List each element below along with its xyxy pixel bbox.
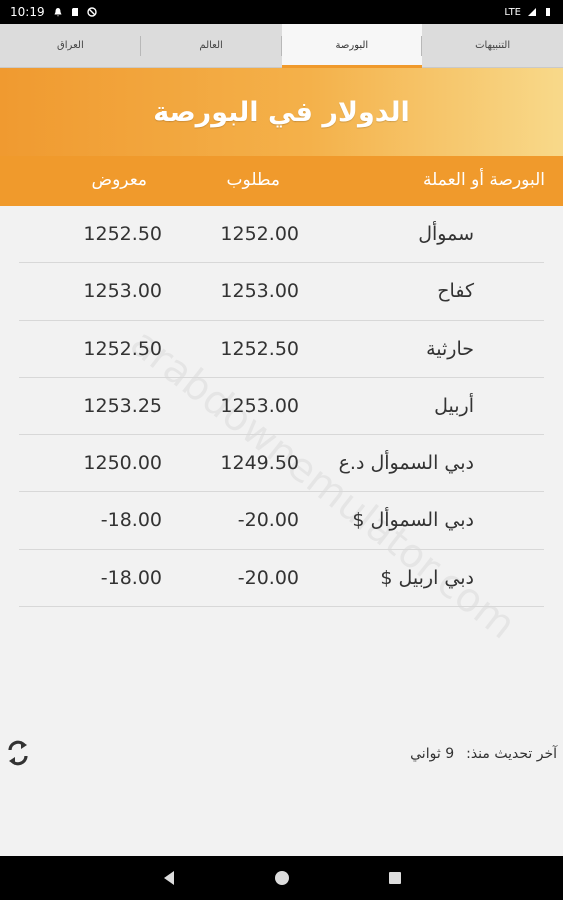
update-footer: آخر تحديث منذ: 9 ثواني — [0, 736, 563, 776]
row-bid: 1253.00 — [220, 280, 299, 303]
tab-world[interactable]: العالم — [141, 24, 282, 67]
table-header: البورصة أو العملة مطلوب معروض — [0, 156, 563, 206]
table-row: دبي اربيل $ -20.00 -18.00 — [19, 550, 544, 608]
table-row: سموأل 1252.00 1252.50 — [19, 206, 544, 264]
row-bid: 1253.00 — [220, 394, 299, 417]
tab-label: العالم — [199, 40, 223, 51]
system-nav-bar — [0, 856, 563, 900]
home-icon — [274, 871, 289, 885]
last-update-label: آخر تحديث منذ: — [466, 746, 557, 762]
tab-label: التنبيهات — [475, 40, 511, 51]
row-ask: -18.00 — [100, 509, 162, 532]
status-bar: 10:19 LTE — [0, 0, 563, 24]
table-row: كفاح 1253.00 1253.00 — [19, 263, 544, 321]
row-ask: 1253.00 — [83, 280, 162, 303]
row-bid: 1252.50 — [220, 337, 299, 360]
table-row: دبي السموأل د.ع 1249.50 1250.00 — [19, 435, 544, 493]
back-icon — [163, 871, 174, 885]
last-update-value: 9 ثواني — [410, 746, 455, 762]
table-row: حارثية 1252.50 1252.50 — [19, 321, 544, 378]
row-bid: -20.00 — [237, 566, 299, 589]
row-name: دبي اربيل $ — [380, 566, 474, 589]
row-ask: 1253.25 — [83, 394, 162, 417]
row-name: دبي السموأل د.ع — [338, 452, 474, 475]
tab-iraq[interactable]: العراق — [0, 24, 141, 67]
sd-card-icon — [71, 8, 78, 16]
row-name: حارثية — [426, 337, 474, 360]
notification-bell-icon — [54, 8, 62, 17]
page-banner: الدولار في البورصة — [0, 68, 563, 156]
tab-bar: التنبيهات البورصة العالم العراق — [0, 24, 563, 68]
row-ask: 1252.50 — [83, 223, 162, 245]
table-row: أربيل 1253.00 1253.25 — [19, 378, 544, 436]
row-name: أربيل — [434, 394, 474, 417]
tab-label: العراق — [57, 40, 84, 51]
row-bid: 1249.50 — [220, 452, 299, 475]
column-header-name: البورصة أو العملة — [423, 170, 545, 190]
refresh-icon[interactable] — [4, 736, 32, 770]
last-update: آخر تحديث منذ: 9 ثواني — [410, 746, 557, 762]
rates-table: سموأل 1252.00 1252.50 كفاح 1253.00 1253.… — [0, 206, 563, 608]
row-name: سموأل — [418, 223, 474, 245]
recents-icon — [388, 872, 401, 884]
tab-label: البورصة — [335, 40, 369, 51]
battery-icon — [546, 8, 550, 16]
recents-button[interactable] — [388, 871, 402, 885]
row-ask: 1250.00 — [83, 452, 162, 475]
column-header-bid: مطلوب — [226, 170, 280, 190]
page-title: الدولار في البورصة — [153, 96, 410, 128]
row-name: كفاح — [437, 280, 474, 303]
tab-exchange[interactable]: البورصة — [281, 24, 423, 68]
back-button[interactable] — [162, 870, 176, 886]
no-data-icon — [86, 7, 97, 17]
table-row: دبي السموأل $ -20.00 -18.00 — [19, 492, 544, 550]
network-type: LTE — [504, 6, 521, 18]
home-button[interactable] — [274, 870, 290, 886]
signal-icon — [528, 8, 536, 16]
row-bid: 1252.00 — [220, 223, 299, 245]
row-ask: 1252.50 — [83, 337, 162, 360]
tab-alerts[interactable]: التنبيهات — [422, 24, 563, 67]
row-ask: -18.00 — [100, 566, 162, 589]
clock: 10:19 — [10, 5, 45, 19]
column-header-ask: معروض — [91, 170, 147, 190]
row-name: دبي السموأل $ — [352, 509, 474, 532]
row-bid: -20.00 — [237, 509, 299, 532]
